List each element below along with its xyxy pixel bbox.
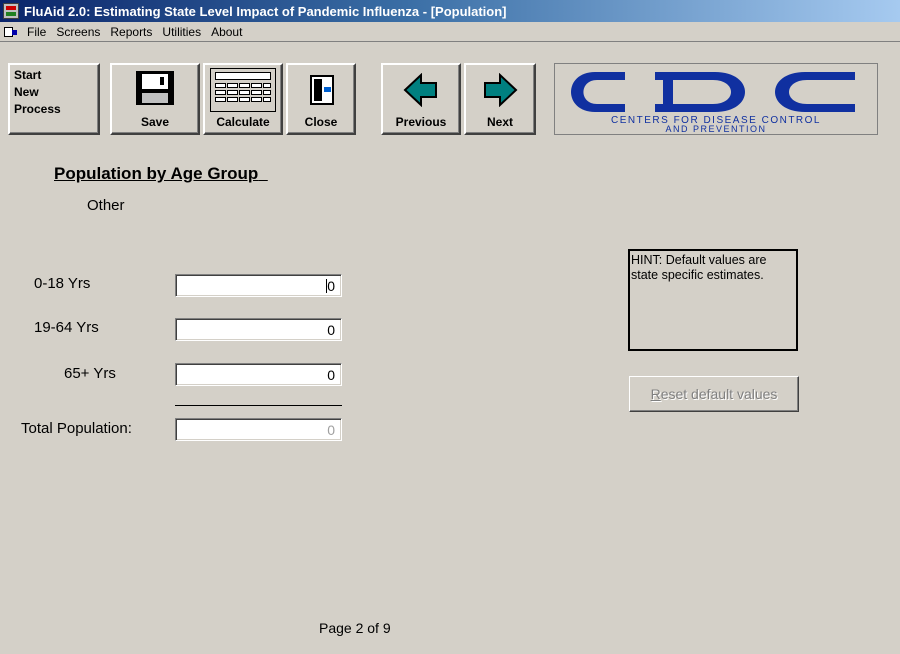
calculate-button[interactable]: Calculate [203, 63, 283, 135]
total-population-label: Total Population: [21, 420, 132, 437]
section-title: Population by Age Group [54, 164, 259, 183]
age-65-plus-input[interactable]: 0 [175, 363, 342, 386]
save-label: Save [140, 115, 170, 129]
reset-default-values-button[interactable]: Reset default values [629, 376, 799, 412]
age-0-18-label: 0-18 Yrs [34, 275, 91, 292]
cdc-logo-line2: AND PREVENTION [665, 124, 766, 134]
menu-screens[interactable]: Screens [51, 25, 105, 39]
calculate-label: Calculate [216, 115, 270, 129]
calculator-icon [210, 68, 276, 112]
close-button[interactable]: Close [286, 63, 356, 135]
age-65-plus-label: 65+ Yrs [64, 365, 116, 382]
previous-label: Previous [395, 115, 447, 129]
age-19-64-label: 19-64 Yrs [34, 319, 99, 336]
right-arrow-icon [484, 73, 518, 107]
menu-bar: File Screens Reports Utilities About [0, 22, 900, 41]
age-19-64-input[interactable]: 0 [175, 318, 342, 341]
total-divider [175, 405, 342, 406]
reset-default-values-label: Reset default values [650, 386, 778, 402]
section-subtitle: Other [87, 197, 125, 214]
menu-file[interactable]: File [22, 25, 51, 39]
left-arrow-icon [403, 73, 437, 107]
page-indicator: Page 2 of 9 [319, 620, 391, 636]
toolbar: Start New Process Save Calculate Close P… [0, 41, 900, 135]
next-button[interactable]: Next [464, 63, 536, 135]
close-label: Close [304, 115, 338, 129]
age-0-18-input[interactable]: 0 [175, 274, 342, 297]
title-bar: FluAid 2.0: Estimating State Level Impac… [0, 0, 900, 22]
hint-box: HINT: Default values are state specific … [628, 249, 798, 351]
menu-reports[interactable]: Reports [105, 25, 157, 39]
app-icon[interactable] [3, 3, 19, 19]
next-label: Next [486, 115, 513, 129]
floppy-disk-icon [136, 71, 174, 105]
previous-button[interactable]: Previous [381, 63, 461, 135]
cdc-logo: CENTERS FOR DISEASE CONTROL AND PREVENTI… [554, 63, 878, 135]
door-exit-icon [310, 75, 334, 105]
start-new-process-label: Start New Process [14, 68, 61, 116]
menu-about[interactable]: About [206, 25, 247, 39]
total-population-field: 0 [175, 418, 342, 441]
start-new-process-button[interactable]: Start New Process [8, 63, 100, 135]
document-icon[interactable] [4, 26, 18, 38]
menu-utilities[interactable]: Utilities [157, 25, 206, 39]
window-title: FluAid 2.0: Estimating State Level Impac… [24, 3, 507, 19]
save-button[interactable]: Save [110, 63, 200, 135]
